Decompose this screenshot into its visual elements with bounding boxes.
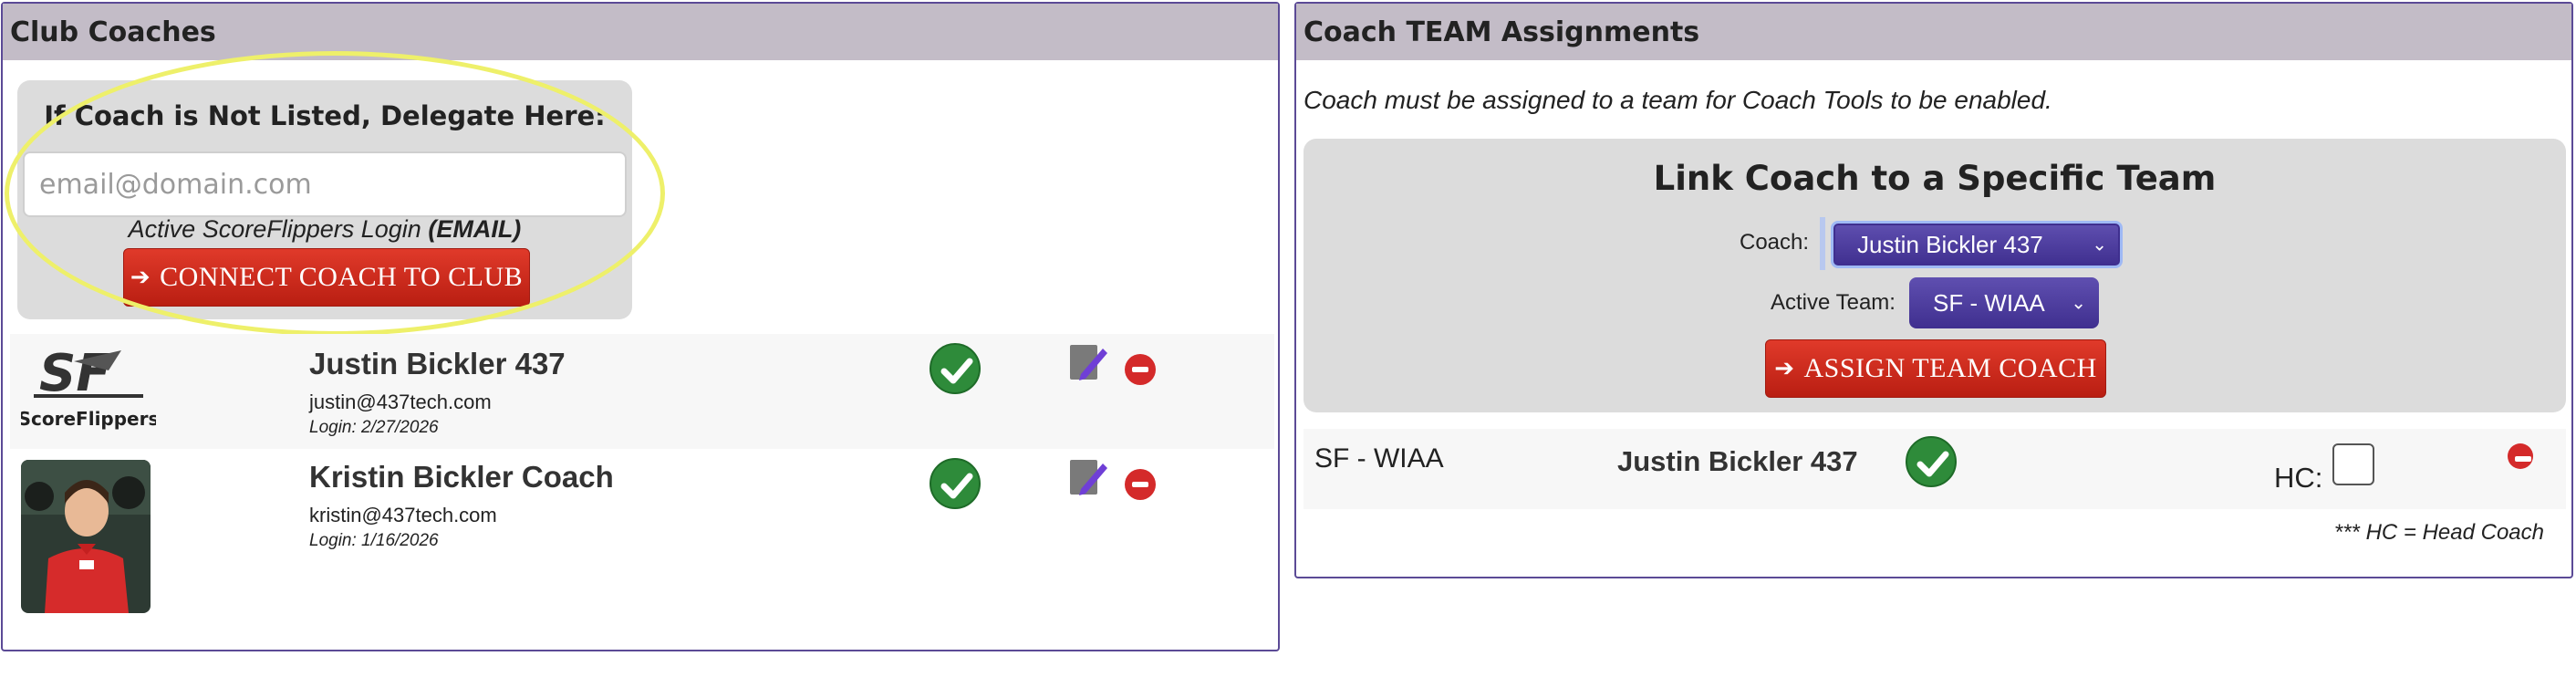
coach-assignments-panel: Coach TEAM Assignments Coach must be ass… bbox=[1294, 2, 2573, 578]
coach-email: justin@437tech.com bbox=[309, 391, 492, 413]
edit-icon[interactable] bbox=[1068, 456, 1108, 498]
connect-coach-button[interactable]: ➔ CONNECT COACH TO CLUB bbox=[123, 248, 530, 307]
remove-icon[interactable] bbox=[1125, 354, 1156, 385]
hc-label: HC: bbox=[2274, 462, 2323, 494]
chevron-down-icon: ⌄ bbox=[2071, 293, 2086, 314]
coach-select[interactable]: Justin Bickler 437 ⌄ bbox=[1831, 221, 2123, 268]
link-coach-box: Link Coach to a Specific Team Coach: Jus… bbox=[1304, 139, 2566, 412]
coach-name: Kristin Bickler Coach bbox=[309, 460, 614, 494]
focus-indicator bbox=[1820, 217, 1825, 270]
coach-select-value: Justin Bickler 437 bbox=[1857, 230, 2043, 258]
team-select[interactable]: SF - WIAA ⌄ bbox=[1909, 277, 2099, 328]
club-coaches-panel: Club Coaches If Coach is Not Listed, Del… bbox=[1, 2, 1280, 651]
check-icon bbox=[930, 458, 981, 509]
team-name: SF - WIAA bbox=[1314, 443, 1444, 474]
coach-row: Kristin Bickler Coach kristin@437tech.co… bbox=[10, 449, 1274, 628]
chevron-down-icon: ⌄ bbox=[2092, 234, 2107, 255]
remove-icon[interactable] bbox=[1125, 469, 1156, 500]
remove-icon[interactable] bbox=[2508, 443, 2533, 469]
hc-note: *** HC = Head Coach bbox=[2333, 520, 2544, 545]
team-coach-name: Justin Bickler 437 bbox=[1617, 445, 1858, 477]
logo-text: ScoreFlippers bbox=[21, 408, 156, 430]
club-coaches-header: Club Coaches bbox=[3, 4, 1278, 60]
login-hint-bold: (EMAIL) bbox=[428, 215, 522, 243]
coach-login: Login: 1/16/2026 bbox=[309, 531, 439, 550]
check-icon bbox=[930, 343, 981, 394]
assignments-header: Coach TEAM Assignments bbox=[1296, 4, 2571, 60]
login-hint-text: Active ScoreFlippers Login bbox=[128, 215, 429, 243]
delegate-title: If Coach is Not Listed, Delegate Here: bbox=[44, 100, 606, 131]
coach-login: Login: 2/27/2026 bbox=[309, 418, 439, 437]
edit-icon[interactable] bbox=[1068, 341, 1108, 383]
head-coach-checkbox[interactable] bbox=[2332, 443, 2374, 485]
arrow-right-icon: ➔ bbox=[130, 264, 151, 291]
link-coach-title: Link Coach to a Specific Team bbox=[1653, 159, 2217, 198]
assignment-note: Coach must be assigned to a team for Coa… bbox=[1304, 86, 2052, 114]
avatar bbox=[21, 460, 151, 613]
coach-email: kristin@437tech.com bbox=[309, 504, 497, 526]
login-hint: Active ScoreFlippers Login (EMAIL) bbox=[17, 215, 632, 244]
arrow-right-icon: ➔ bbox=[1774, 355, 1795, 382]
delegate-box: If Coach is Not Listed, Delegate Here: A… bbox=[17, 80, 632, 319]
team-select-label: Active Team: bbox=[1771, 290, 1896, 315]
coach-select-label: Coach: bbox=[1740, 230, 1810, 255]
assign-team-coach-button[interactable]: ➔ ASSIGN TEAM COACH bbox=[1765, 339, 2106, 398]
scoreflippers-logo: SF ScoreFlippers bbox=[21, 344, 156, 430]
team-assignment-row: SF - WIAA Justin Bickler 437 HC: bbox=[1304, 429, 2566, 509]
coach-name: Justin Bickler 437 bbox=[309, 347, 566, 380]
connect-coach-label: CONNECT COACH TO CLUB bbox=[160, 262, 524, 292]
team-select-value: SF - WIAA bbox=[1933, 288, 2045, 317]
delegate-email-input[interactable] bbox=[23, 151, 627, 217]
assign-team-coach-label: ASSIGN TEAM COACH bbox=[1803, 353, 2097, 383]
check-icon bbox=[1906, 436, 1957, 487]
coach-row: SF ScoreFlippers Justin Bickler 437 just… bbox=[10, 334, 1274, 449]
